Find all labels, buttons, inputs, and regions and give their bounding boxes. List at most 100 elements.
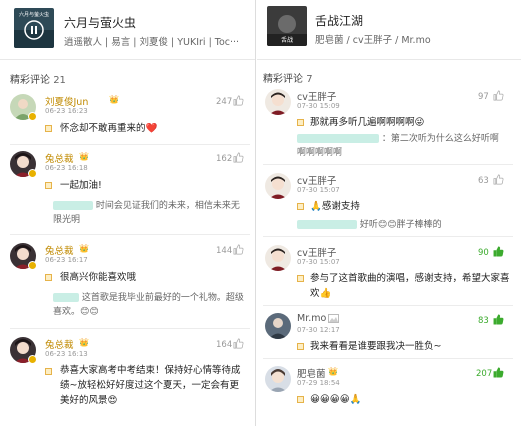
- comment-username[interactable]: 兔总裁: [45, 337, 74, 351]
- album-cover[interactable]: 六月与萤火虫: [14, 8, 54, 48]
- quote-marker-icon: [45, 125, 52, 132]
- cover-title: 舌战: [281, 36, 293, 44]
- redacted-username: [297, 220, 357, 229]
- comment-date: 07-29 18:54: [297, 379, 340, 387]
- crown-icon: 👑: [79, 244, 89, 253]
- comment-date: 07-30 12:17: [297, 326, 340, 334]
- song-header: 六月与萤火虫 六月与萤火虫 逍遥散人 | 易言 | 刘夏俊 | YUKIri |…: [0, 0, 255, 60]
- comment-text: 恭喜大家高考中考结束！保持好心情等待成绩~放轻松好好度过这个夏天，一定会有更美好…: [60, 365, 241, 406]
- comment-username[interactable]: Mr.mo: [297, 313, 326, 324]
- avatar[interactable]: [265, 366, 291, 392]
- crown-icon: 👑: [79, 152, 89, 161]
- quote-marker-icon: [297, 119, 304, 126]
- right-panel: 舌战 舌战江湖 肥皂菌 / cv王胖子 / Mr.mo 精彩评论 7 cv王胖子…: [257, 0, 521, 426]
- comment-item: 兔总裁 👑 06-23 16:18 162 一起加油! 时间会见证我们的未来，相…: [0, 151, 255, 233]
- reply-quote: ：第二次听为什么这么好听啊啊啊啊啊啊: [297, 132, 507, 160]
- avatar[interactable]: [265, 245, 291, 271]
- crown-icon: 👑: [328, 367, 338, 376]
- divider: [263, 305, 513, 306]
- like-count: 63: [478, 176, 489, 186]
- thumb-up-icon[interactable]: [493, 367, 504, 378]
- comment-item: 肥皂菌 👑 07-29 18:54 207 😀😀😀😀🙏: [257, 366, 521, 416]
- song-title[interactable]: 六月与萤火虫: [64, 14, 136, 31]
- like-count: 247: [216, 97, 233, 107]
- comment-item: cv王胖子 07-30 15:09 97 那就再多听几遍啊啊啊啊😜 ：第二次听为…: [257, 89, 521, 163]
- like-count: 164: [216, 340, 233, 350]
- divider: [263, 358, 513, 359]
- section-count: 7: [306, 74, 313, 85]
- thumb-up-icon[interactable]: [493, 314, 504, 325]
- divider: [263, 236, 513, 237]
- comment-item: cv王胖子 07-30 15:07 90 参与了这首歌曲的演唱，感谢支持，希望大…: [257, 245, 521, 305]
- song-artists[interactable]: 逍遥散人 | 易言 | 刘夏俊 | YUKIri | Toc···: [64, 34, 250, 48]
- like-count: 97: [478, 92, 489, 102]
- redacted-username: [297, 134, 379, 143]
- comment-date: 06-23 16:17: [45, 256, 88, 264]
- comment-text: 🙏感谢支持: [310, 201, 360, 212]
- comment-username[interactable]: 兔总裁: [45, 243, 74, 257]
- comment-text: 很高兴你能喜欢哦: [60, 272, 137, 283]
- album-cover[interactable]: 舌战: [267, 6, 307, 46]
- divider: [10, 328, 250, 329]
- comment-text: 😀😀😀😀🙏: [310, 394, 362, 405]
- cover-title: 六月与萤火虫: [19, 11, 49, 18]
- redacted-username: [53, 293, 79, 302]
- quote-marker-icon: [297, 203, 304, 210]
- like-count: 144: [216, 246, 233, 256]
- avatar[interactable]: [265, 89, 291, 115]
- comment-username[interactable]: cv王胖子: [297, 173, 336, 187]
- comment-username[interactable]: cv王胖子: [297, 245, 336, 259]
- avatar[interactable]: [265, 173, 291, 199]
- thumb-up-icon[interactable]: [493, 174, 504, 185]
- like-count: 207: [476, 369, 493, 379]
- reply-quote: 时间会见证我们的未来，相信未来无限光明: [53, 199, 246, 227]
- comment-item: cv王胖子 07-30 15:07 63 🙏感谢支持 好听😊😊胖子棒棒的: [257, 173, 521, 235]
- thumb-up-icon[interactable]: [233, 95, 244, 106]
- divider: [10, 144, 250, 145]
- thumb-up-icon[interactable]: [233, 338, 244, 349]
- comment-text: 我来看看是谁要跟我决一胜负~: [310, 341, 442, 352]
- comment-text: 一起加油!: [60, 180, 102, 191]
- verified-badge-icon: [28, 261, 37, 270]
- comment-date: 06-23 16:18: [45, 164, 88, 172]
- verified-badge-icon: [28, 355, 37, 364]
- comment-username[interactable]: cv王胖子: [297, 89, 336, 103]
- crown-icon: 👑: [109, 95, 119, 104]
- quote-marker-icon: [45, 368, 52, 375]
- verified-badge-icon: [28, 112, 37, 121]
- comment-username[interactable]: 刘夏俊Jun: [45, 94, 88, 108]
- song-artists[interactable]: 肥皂菌 / cv王胖子 / Mr.mo: [315, 32, 515, 46]
- comment-username[interactable]: 肥皂菌: [297, 366, 326, 380]
- comment-text: 怀念却不敢再重来的❤️: [60, 123, 158, 134]
- like-count: 83: [478, 316, 489, 326]
- song-header: 舌战 舌战江湖 肥皂菌 / cv王胖子 / Mr.mo: [257, 0, 521, 60]
- thumb-up-icon[interactable]: [233, 152, 244, 163]
- comment-date: 06-23 16:13: [45, 350, 88, 358]
- reply-quote: 这首歌是我毕业前最好的一个礼物。超级喜欢。😊😊: [53, 291, 246, 319]
- comment-item: Mr.mo 07-30 12:17 83 我来看看是谁要跟我决一胜负~: [257, 313, 521, 357]
- divider: [10, 234, 250, 235]
- crown-icon: 👑: [79, 338, 89, 347]
- comment-text: 那就再多听几遍啊啊啊啊😜: [310, 117, 425, 128]
- like-count: 90: [478, 248, 489, 258]
- thumb-up-icon[interactable]: [233, 244, 244, 255]
- comment-date: 07-30 15:07: [297, 186, 340, 194]
- redacted-username: [53, 201, 93, 210]
- quote-marker-icon: [297, 343, 304, 350]
- section-header: 精彩评论 21: [10, 71, 66, 86]
- like-count: 162: [216, 154, 233, 164]
- song-title[interactable]: 舌战江湖: [315, 12, 363, 29]
- thumb-up-icon[interactable]: [493, 90, 504, 101]
- image-badge-icon: [328, 314, 339, 323]
- avatar[interactable]: [265, 313, 291, 339]
- left-panel: 六月与萤火虫 六月与萤火虫 逍遥散人 | 易言 | 刘夏俊 | YUKIri |…: [0, 0, 256, 426]
- section-header: 精彩评论 7: [263, 70, 313, 85]
- reply-quote: 好听😊😊胖子棒棒的: [297, 218, 507, 232]
- comment-username[interactable]: 兔总裁: [45, 151, 74, 165]
- comment-item: 兔总裁 👑 06-23 16:17 144 很高兴你能喜欢哦 这首歌是我毕业前最…: [0, 243, 255, 327]
- thumb-up-icon[interactable]: [493, 246, 504, 257]
- comment-item: 兔总裁 👑 06-23 16:13 164 恭喜大家高考中考结束！保持好心情等待…: [0, 337, 255, 423]
- section-label: 精彩评论: [10, 75, 50, 86]
- quote-marker-icon: [45, 274, 52, 281]
- comment-item: 刘夏俊Jun 👑 06-23 16:23 247 怀念却不敢再重来的❤️: [0, 94, 255, 146]
